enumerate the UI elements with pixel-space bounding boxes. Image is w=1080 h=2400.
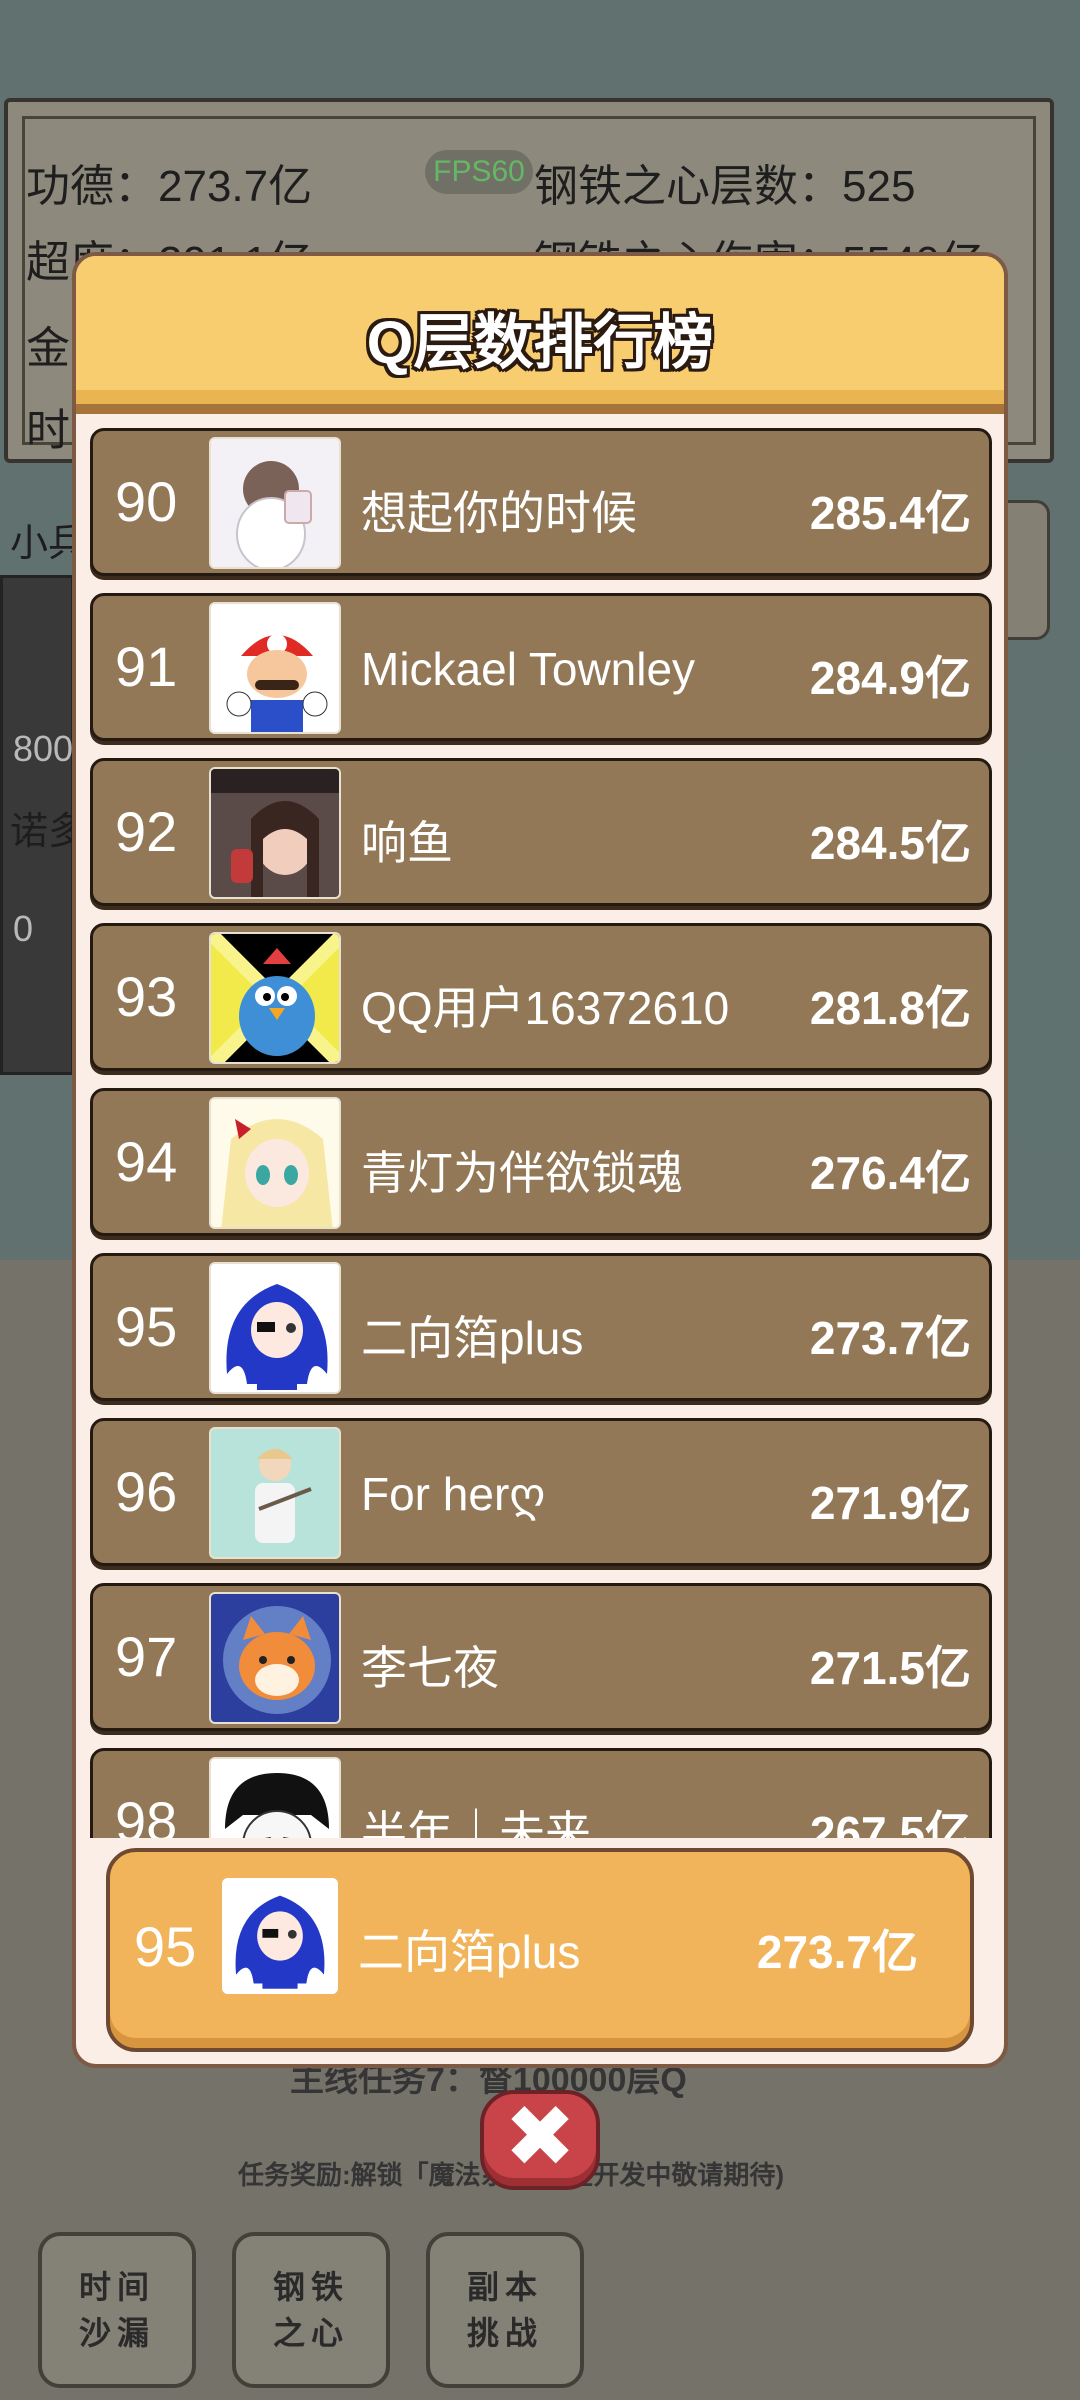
row-name: 想起你的时候 (361, 487, 637, 539)
row-name: 响鱼 (361, 817, 453, 869)
anime-girl-avatar-icon (209, 1097, 341, 1229)
modal-header-shadow (76, 390, 1004, 404)
shiba-astronaut-avatar-icon (209, 1592, 341, 1724)
leaderboard-row[interactable]: 96 For herღ 271.9亿 (90, 1418, 992, 1566)
leaderboard-row[interactable]: 97 李七夜 271.5亿 (90, 1583, 992, 1731)
row-score: 284.9亿 (809, 652, 971, 704)
blue-hair-girl-avatar-icon (222, 1878, 338, 1994)
modal-header: Q层数排行榜 (76, 256, 1004, 414)
mario-avatar-icon (209, 602, 341, 734)
row-rank: 90 (115, 470, 178, 533)
meme-face-avatar-icon (209, 1757, 341, 1838)
row-name: 半年｜未来 (361, 1807, 591, 1838)
row-name: 二向箔plus (361, 1312, 584, 1364)
close-icon: ✖ (503, 2089, 577, 2185)
self-rank: 95 (134, 1915, 197, 1978)
boy-guitar-avatar-icon (209, 1427, 341, 1559)
row-name: QQ用户16372610 (361, 982, 730, 1034)
row-name: For herღ (361, 1468, 546, 1520)
leaderboard-modal: Q层数排行榜 90 想起你的时候 285.4亿 91 Mickael Townl… (72, 252, 1008, 2068)
row-score: 276.4亿 (809, 1147, 971, 1199)
current-user-row[interactable]: 95 二向箔plus 273.7亿 (106, 1848, 974, 2052)
row-rank: 97 (115, 1625, 178, 1688)
row-rank: 96 (115, 1460, 178, 1523)
row-score: 273.7亿 (809, 1312, 971, 1364)
self-name: 二向箔plus (358, 1926, 581, 1978)
row-rank: 93 (115, 965, 178, 1028)
leaderboard-row[interactable]: 93 QQ用户16372610 281.8亿 (90, 923, 992, 1071)
row-score: 285.4亿 (809, 487, 971, 539)
row-score: 271.9亿 (809, 1477, 971, 1529)
leaderboard-row[interactable]: 94 青灯为伴欲锁魂 276.4亿 (90, 1088, 992, 1236)
self-score: 273.7亿 (756, 1926, 918, 1978)
row-rank: 94 (115, 1130, 178, 1193)
sketch-boy-avatar-icon (209, 437, 341, 569)
row-rank: 91 (115, 635, 178, 698)
row-score: 281.8亿 (809, 982, 971, 1034)
blue-bird-avatar-icon (209, 932, 341, 1064)
close-button[interactable]: ✖ (480, 2090, 600, 2190)
row-rank: 95 (115, 1295, 178, 1358)
leaderboard-row[interactable]: 90 想起你的时候 285.4亿 (90, 428, 992, 576)
row-rank: 92 (115, 800, 178, 863)
leaderboard-row[interactable]: 98 半年｜未来 267.5亿 (90, 1748, 992, 1838)
row-name: 青灯为伴欲锁魂 (361, 1147, 683, 1199)
leaderboard-row[interactable]: 95 二向箔plus 273.7亿 (90, 1253, 992, 1401)
row-score: 267.5亿 (809, 1807, 971, 1838)
row-score: 271.5亿 (809, 1642, 971, 1694)
row-score: 284.5亿 (809, 817, 971, 869)
row-name: Mickael Townley (361, 643, 696, 695)
leaderboard-row[interactable]: 92 响鱼 284.5亿 (90, 758, 992, 906)
blue-hair-girl-avatar-icon (209, 1262, 341, 1394)
row-name: 李七夜 (361, 1642, 499, 1694)
girl-photo-avatar-icon (209, 767, 341, 899)
leaderboard-list[interactable]: 90 想起你的时候 285.4亿 91 Mickael Townley 284.… (90, 428, 998, 1838)
leaderboard-row[interactable]: 91 Mickael Townley 284.9亿 (90, 593, 992, 741)
modal-title: Q层数排行榜 (366, 309, 714, 376)
row-rank: 98 (115, 1790, 178, 1838)
